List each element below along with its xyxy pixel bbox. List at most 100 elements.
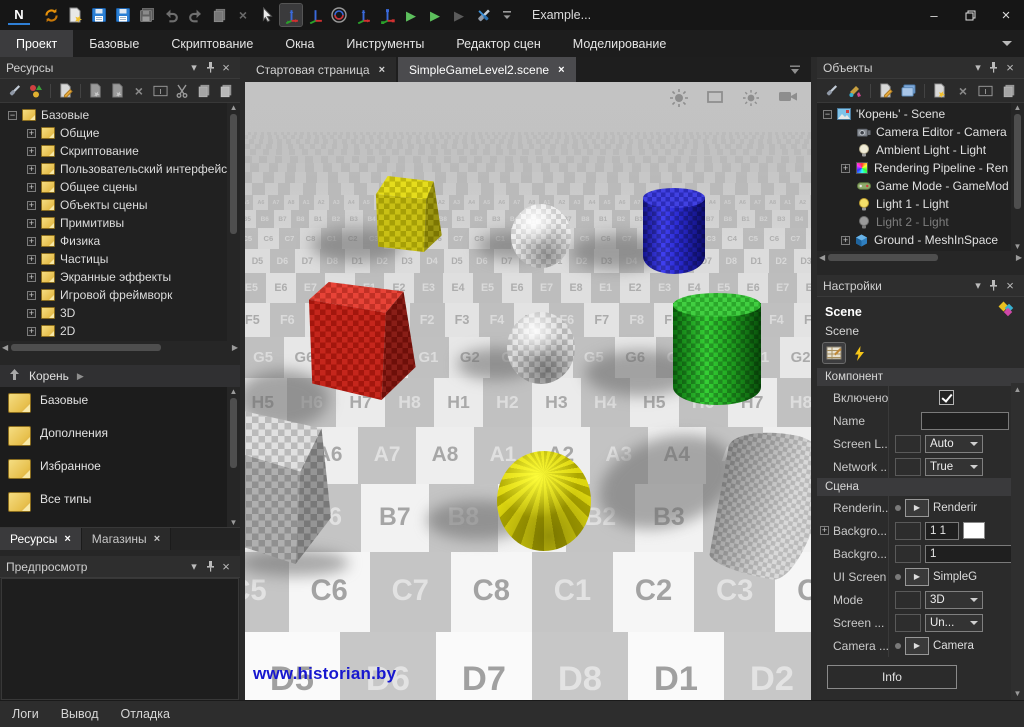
close-icon[interactable]: ×: [1002, 60, 1018, 76]
mode-dropdown[interactable]: 3D: [925, 591, 983, 609]
paste-icon[interactable]: [216, 81, 235, 101]
paint-icon[interactable]: [845, 81, 865, 101]
tab-output[interactable]: Вывод: [61, 707, 99, 721]
screen-toggle-icon[interactable]: [705, 88, 725, 113]
menu-tools[interactable]: Инструменты: [330, 30, 440, 57]
list-item[interactable]: Все типы: [0, 490, 227, 523]
tree-item-light-1[interactable]: Light 1 - Light: [817, 195, 1011, 213]
new-resource-icon[interactable]: [27, 81, 46, 101]
close-icon[interactable]: ×: [558, 64, 564, 76]
save-icon[interactable]: [88, 4, 110, 26]
panel-menu-icon[interactable]: ▾: [186, 60, 202, 76]
gray-box[interactable]: [245, 410, 357, 564]
background-color-value[interactable]: 1 1: [925, 522, 959, 540]
select-icon[interactable]: [256, 4, 278, 26]
scene-viewport[interactable]: D4D5D6D7D8D1D2D3C4C5C6C7C8C1C2C3C4C5B4B5…: [245, 82, 811, 700]
close-icon[interactable]: ×: [1002, 278, 1018, 294]
reference-button[interactable]: ▶: [905, 637, 929, 655]
color-swatch[interactable]: [963, 522, 985, 539]
expand-icon[interactable]: +: [27, 255, 36, 264]
checker-sphere[interactable]: [507, 312, 575, 384]
rename-icon[interactable]: I: [976, 81, 996, 101]
expand-icon[interactable]: +: [27, 237, 36, 246]
add-icon[interactable]: [108, 81, 127, 101]
vertical-scrollbar[interactable]: ▲: [227, 103, 240, 341]
play-icon[interactable]: ▶: [400, 4, 422, 26]
restore-button[interactable]: [952, 0, 988, 30]
menu-scripting[interactable]: Скриптование: [155, 30, 269, 57]
default-flag-box[interactable]: [895, 545, 921, 563]
default-flag-box[interactable]: [895, 591, 921, 609]
expand-icon[interactable]: +: [27, 273, 36, 282]
panel-menu-icon[interactable]: ▾: [970, 278, 986, 294]
edit-icon[interactable]: [56, 81, 75, 101]
light-toggle-icon[interactable]: [669, 88, 689, 113]
menu-modeling[interactable]: Моделирование: [557, 30, 683, 57]
group-scene[interactable]: Сцена: [817, 478, 1024, 496]
tree-item-light-2[interactable]: Light 2 - Light: [817, 213, 1011, 231]
close-icon[interactable]: ×: [154, 533, 160, 545]
tree-item[interactable]: +Физика: [0, 232, 227, 250]
tab-stores[interactable]: Магазины×: [82, 528, 171, 550]
cut-icon[interactable]: [173, 81, 192, 101]
expand-icon[interactable]: +: [820, 526, 829, 535]
collapse-icon[interactable]: −: [823, 110, 832, 119]
move-tool-icon[interactable]: [280, 4, 302, 26]
pin-icon[interactable]: [202, 559, 218, 575]
expand-icon[interactable]: +: [27, 183, 36, 192]
vertical-scrollbar[interactable]: ▲▼: [1011, 103, 1024, 251]
green-cylinder[interactable]: [673, 293, 761, 405]
properties-icon[interactable]: [823, 343, 845, 363]
close-icon[interactable]: ×: [64, 533, 70, 545]
sun-toggle-icon[interactable]: [741, 88, 761, 113]
default-flag-box[interactable]: [895, 614, 921, 632]
screen-orientation-dropdown[interactable]: Un...: [925, 614, 983, 632]
default-flag-box[interactable]: [895, 522, 921, 540]
list-item[interactable]: Дополнения: [0, 424, 227, 457]
red-cube[interactable]: [309, 282, 419, 400]
tree-item[interactable]: +Примитивы: [0, 214, 227, 232]
settings-scrollbar[interactable]: ▲▼: [1011, 383, 1024, 700]
tree-item[interactable]: +3D: [0, 304, 227, 322]
close-icon[interactable]: ×: [218, 559, 234, 575]
pin-icon[interactable]: [986, 60, 1002, 76]
list-item[interactable]: Базовые: [0, 391, 227, 424]
network-mode-dropdown[interactable]: True: [925, 458, 983, 476]
expand-icon[interactable]: +: [27, 201, 36, 210]
list-item[interactable]: Избранное: [0, 457, 227, 490]
tree-item[interactable]: +2D: [0, 322, 227, 340]
horizontal-scrollbar[interactable]: ◀▶: [0, 341, 240, 354]
background-intensity-input[interactable]: 1: [925, 545, 1013, 563]
expand-icon[interactable]: +: [27, 129, 36, 138]
tab-logs[interactable]: Логи: [12, 707, 39, 721]
tree-item[interactable]: +Общие: [0, 124, 227, 142]
scale-tool-icon[interactable]: [376, 4, 398, 26]
white-sphere[interactable]: [511, 204, 571, 268]
rename-icon[interactable]: I: [151, 81, 170, 101]
tree-item[interactable]: +Объекты сцены: [0, 196, 227, 214]
options-icon[interactable]: [822, 81, 842, 101]
tree-item[interactable]: +Частицы: [0, 250, 227, 268]
transform-tool-icon[interactable]: [304, 4, 326, 26]
up-icon[interactable]: [8, 368, 21, 384]
expand-icon[interactable]: +: [841, 236, 850, 245]
refresh-icon[interactable]: [40, 4, 62, 26]
tree-item-ground[interactable]: +Ground - MeshInSpace: [817, 231, 1011, 249]
new-object-icon[interactable]: [930, 81, 950, 101]
camera-toggle-icon[interactable]: [777, 88, 799, 113]
save-all-icon[interactable]: [136, 4, 158, 26]
expand-icon[interactable]: +: [27, 165, 36, 174]
collapse-icon[interactable]: −: [8, 111, 17, 120]
close-button[interactable]: ×: [988, 0, 1024, 30]
window-icon[interactable]: [899, 81, 919, 101]
default-flag-box[interactable]: [895, 458, 921, 476]
yellow-cube[interactable]: [373, 176, 447, 252]
tree-item-ambient-light[interactable]: Ambient Light - Light: [817, 141, 1011, 159]
pin-icon[interactable]: [202, 60, 218, 76]
save-copy-icon[interactable]: [112, 4, 134, 26]
close-icon[interactable]: ×: [218, 60, 234, 76]
edit-icon[interactable]: [876, 81, 896, 101]
panel-menu-icon[interactable]: ▾: [186, 559, 202, 575]
tree-item[interactable]: +Скриптование: [0, 142, 227, 160]
duplicate-icon[interactable]: [999, 81, 1019, 101]
